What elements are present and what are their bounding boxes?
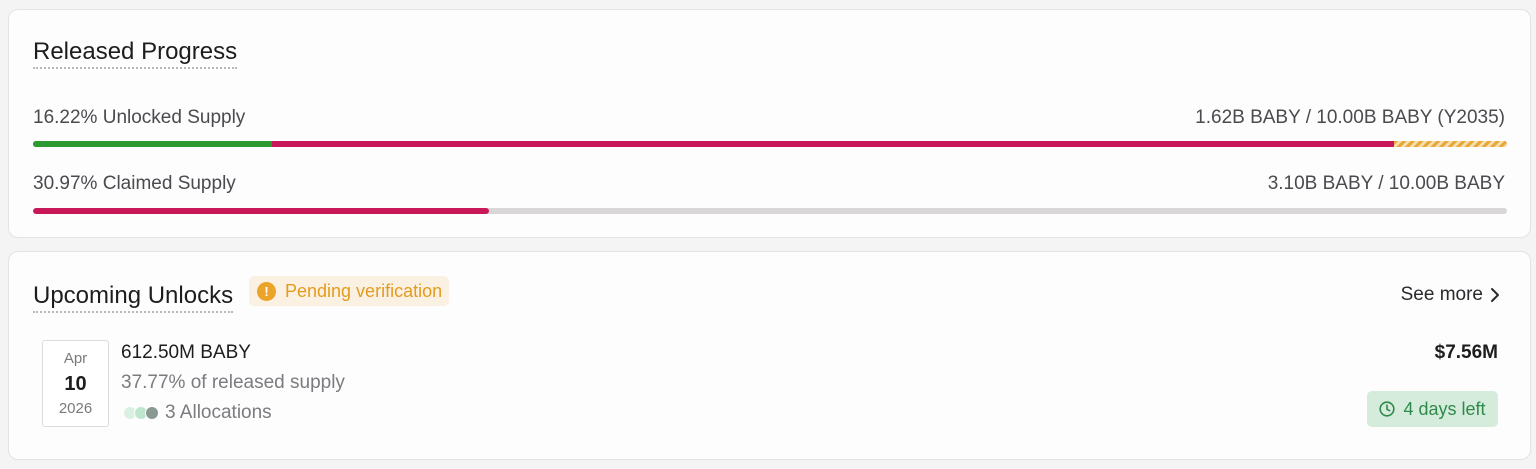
- claimed-supply-label: 30.97% Claimed Supply: [33, 173, 236, 194]
- time-left-label: 4 days left: [1403, 398, 1486, 419]
- unlock-amount: 612.50M BABY: [121, 342, 251, 363]
- claimed-supply-value: 3.10B BABY / 10.00B BABY: [1267, 173, 1505, 194]
- time-left-badge: 4 days left: [1367, 391, 1498, 427]
- exclamation-icon: !: [257, 281, 276, 301]
- unlock-usd-value: $7.56M: [1434, 342, 1498, 363]
- unlock-percent-of-released: 37.77% of released supply: [121, 372, 345, 393]
- see-more-link[interactable]: See more: [1401, 284, 1500, 306]
- pending-verification-label: Pending verification: [285, 280, 443, 301]
- unlocked-supply-value: 1.62B BABY / 10.00B BABY (Y2035): [1195, 107, 1505, 128]
- released-progress-title[interactable]: Released Progress: [33, 38, 238, 69]
- allocations-link[interactable]: 3 Allocations: [123, 402, 272, 424]
- unlock-date-month: Apr: [63, 350, 88, 367]
- see-more-label: See more: [1400, 284, 1483, 305]
- released-progress-card: Released Progress 16.22% Unlocked Supply…: [8, 9, 1531, 238]
- upcoming-unlocks-title[interactable]: Upcoming Unlocks: [33, 282, 234, 313]
- chevron-right-icon: [1491, 288, 1499, 302]
- unlock-date-day: 10: [64, 373, 87, 395]
- upcoming-unlocks-card: Upcoming Unlocks ! Pending verification …: [8, 251, 1531, 460]
- unlocked-supply-label: 16.22% Unlocked Supply: [33, 107, 246, 128]
- pending-verification-badge[interactable]: ! Pending verification: [249, 276, 450, 306]
- allocation-avatars: [123, 406, 159, 420]
- claimed-segment: [33, 208, 490, 214]
- allocation-dot: [145, 406, 159, 420]
- allocations-label: 3 Allocations: [165, 402, 272, 423]
- future-unlock-segment: [1394, 141, 1507, 147]
- unlock-date-box: Apr 10 2026: [42, 340, 109, 427]
- claimed-supply-progress-bar: [33, 208, 1507, 214]
- unlock-date-year: 2026: [58, 400, 93, 417]
- clock-icon: [1379, 401, 1396, 417]
- unlocked-segment: [33, 141, 273, 147]
- unlocked-supply-progress-bar: [33, 141, 1507, 147]
